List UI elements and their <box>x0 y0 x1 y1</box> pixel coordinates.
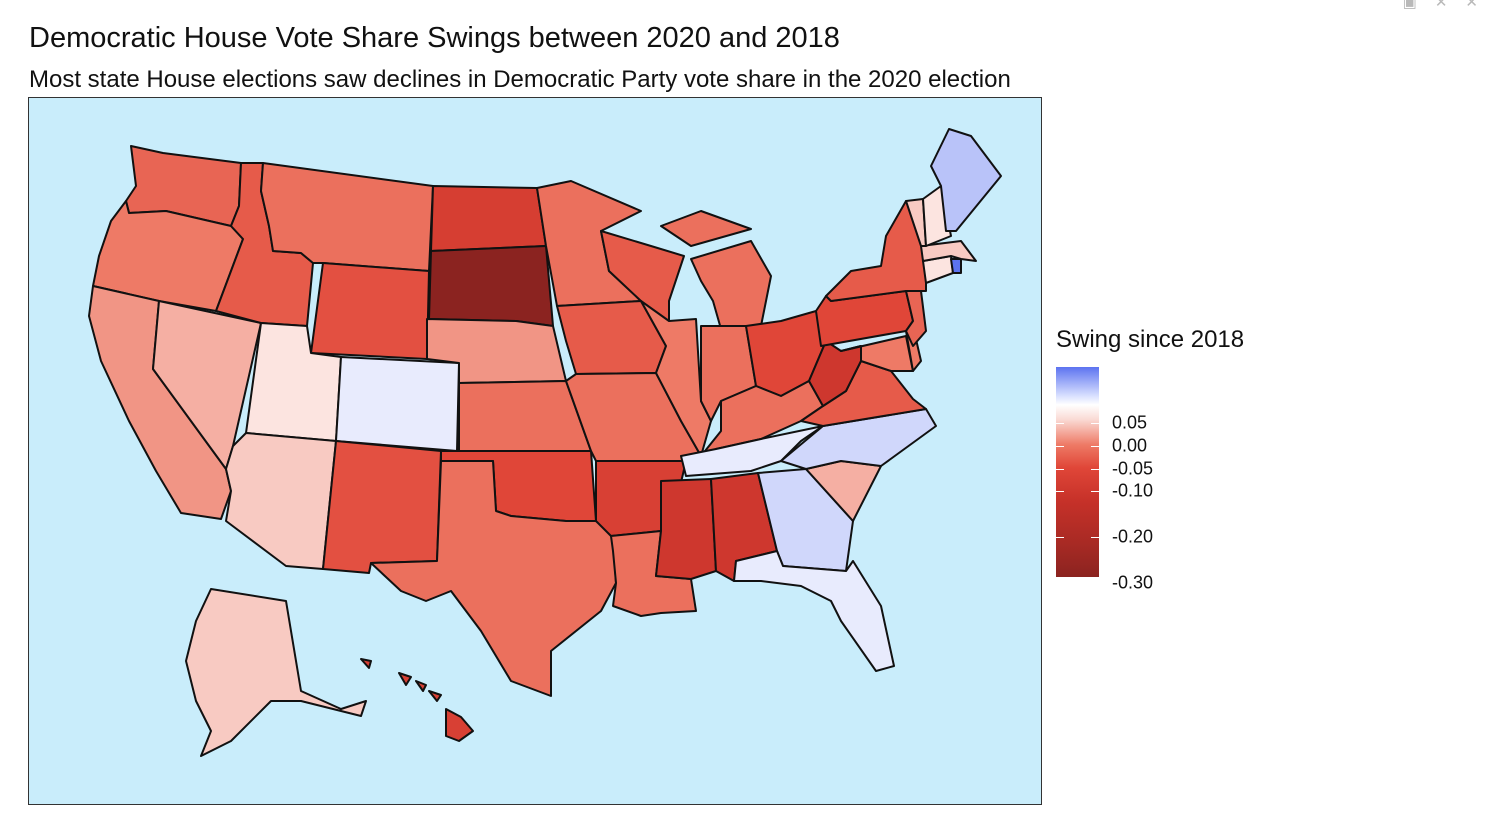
state-ak <box>185 588 367 757</box>
state-ms <box>655 478 717 580</box>
state-nm <box>322 440 442 574</box>
legend-colorbar: 0.05 0.00 -0.05 -0.10 -0.20 -0.30 <box>1056 367 1153 593</box>
us-state-map <box>88 128 1002 757</box>
state-wy <box>310 262 430 360</box>
state-co <box>335 356 460 452</box>
state-hi <box>360 658 474 742</box>
legend-title: Swing since 2018 <box>1056 326 1245 353</box>
window-controls: ▣ ✕ ✕ <box>1403 0 1478 10</box>
legend-tick-label: 0.05 <box>1112 412 1148 433</box>
map-title: Democratic House Vote Share Swings betwe… <box>29 22 840 54</box>
map-panel <box>28 97 1042 805</box>
legend-tick-label: 0.00 <box>1112 435 1148 456</box>
legend-tick-label: -0.20 <box>1112 526 1154 547</box>
legend-tick-label: -0.10 <box>1112 480 1154 501</box>
minimize-icon[interactable]: ▣ <box>1403 0 1417 10</box>
state-sd <box>428 245 554 327</box>
state-fl <box>733 550 895 672</box>
state-nd <box>430 185 547 252</box>
map-subtitle: Most state House elections saw declines … <box>29 66 1011 93</box>
close-icon[interactable]: ✕ <box>1435 0 1448 10</box>
close-icon[interactable]: ✕ <box>1465 0 1478 10</box>
legend-tick-label: -0.30 <box>1112 572 1154 593</box>
legend-tick-label: -0.05 <box>1112 458 1154 479</box>
state-az <box>225 432 337 570</box>
legend: Swing since 2018 0.05 0.00 -0.05 -0.10 -… <box>1056 326 1245 593</box>
state-ri <box>950 258 962 274</box>
